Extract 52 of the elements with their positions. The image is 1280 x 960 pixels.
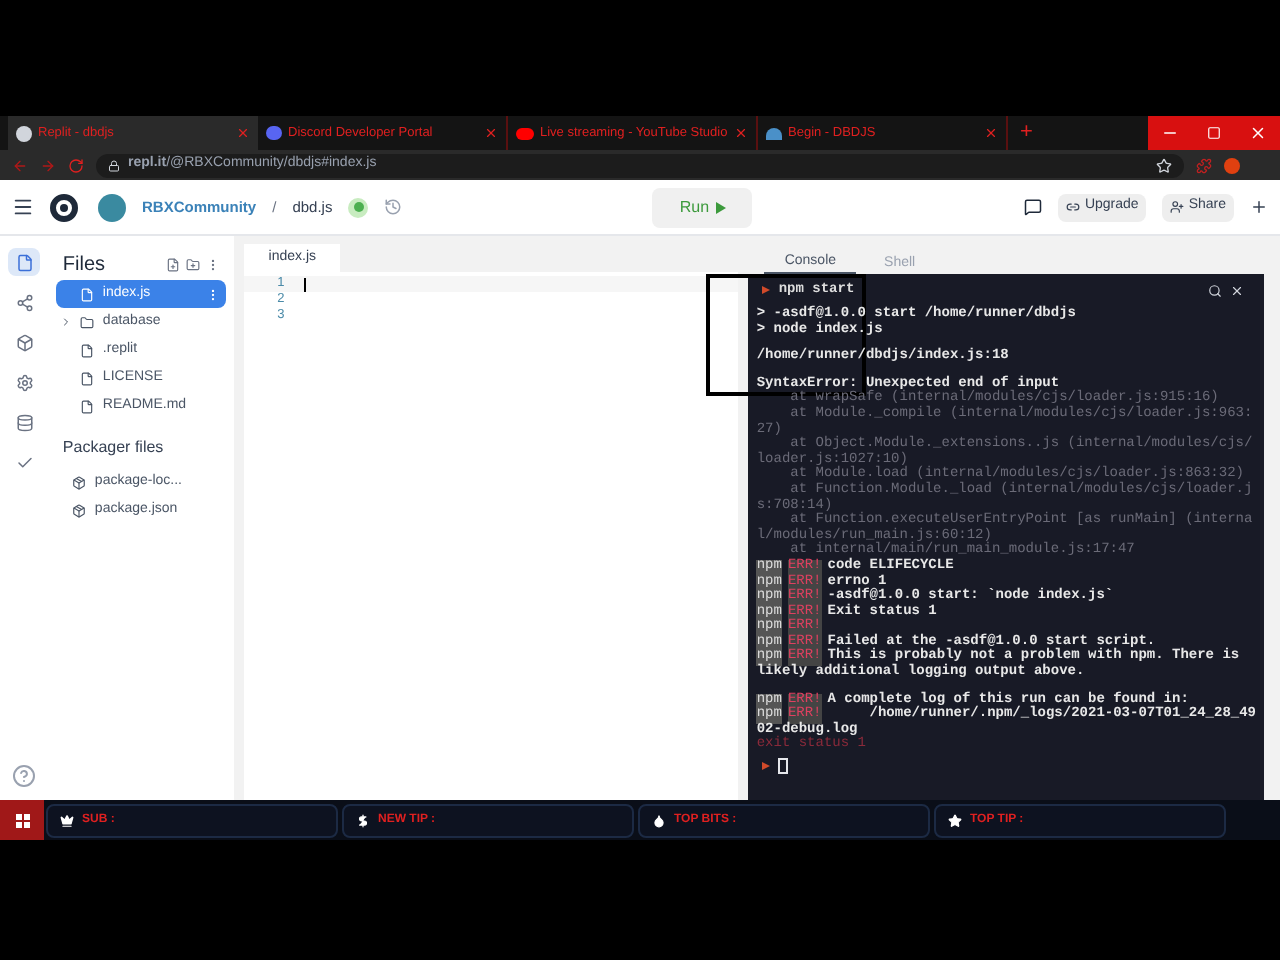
text-cursor <box>304 277 307 291</box>
dollar-icon <box>356 813 370 827</box>
help-icon[interactable] <box>12 764 37 788</box>
prompt-arrow-icon <box>762 286 771 294</box>
rail-button[interactable] <box>8 248 41 276</box>
spiral-logo-icon[interactable] <box>50 193 78 221</box>
package-icon <box>72 503 87 517</box>
terminal-cursor <box>778 758 789 775</box>
replit-icon <box>16 125 32 141</box>
new-folder-icon[interactable] <box>186 257 201 271</box>
prompt-arrow-icon <box>762 762 771 771</box>
cube-icon <box>15 333 34 351</box>
crown-icon <box>60 813 74 827</box>
add-user-icon <box>1170 200 1185 214</box>
panel-title: Files <box>62 251 108 279</box>
chat-icon[interactable] <box>1024 198 1043 216</box>
package-icon <box>72 475 87 489</box>
add-icon[interactable] <box>1250 198 1268 216</box>
cloud-icon <box>766 127 782 139</box>
link-icon <box>1066 200 1081 214</box>
check-icon <box>15 453 34 471</box>
share-icon <box>15 293 34 311</box>
extension-icon[interactable] <box>1224 157 1240 173</box>
menu-icon[interactable] <box>12 196 34 218</box>
folder-icon <box>80 315 95 329</box>
file-icon <box>15 253 34 271</box>
lock-icon <box>108 159 120 171</box>
reload-icon[interactable] <box>68 157 84 173</box>
history-icon[interactable] <box>384 198 403 216</box>
star-icon <box>948 813 962 827</box>
play-icon <box>715 201 726 213</box>
search-icon[interactable] <box>1208 283 1223 297</box>
database-icon <box>15 413 34 431</box>
settings-icon <box>15 373 34 391</box>
file-icon <box>80 343 95 357</box>
avatar[interactable] <box>98 193 126 221</box>
back-icon[interactable] <box>12 157 28 173</box>
bookmark-star-icon[interactable] <box>1156 157 1172 173</box>
file-icon <box>80 371 95 385</box>
chevron-icon[interactable] <box>60 316 73 328</box>
forward-icon[interactable] <box>40 157 56 173</box>
section-title: Packager files <box>60 436 166 460</box>
status-icon <box>348 197 369 217</box>
file-icon <box>80 287 95 301</box>
play-icon <box>516 127 534 139</box>
file-icon <box>80 399 95 413</box>
start-button[interactable] <box>0 800 44 840</box>
chat-bubble-icon <box>266 126 282 140</box>
drop-icon <box>652 813 666 827</box>
new-tab-button[interactable]: + <box>1008 122 1045 144</box>
puzzle-icon[interactable] <box>1196 157 1212 173</box>
new-file-icon[interactable] <box>166 257 181 271</box>
